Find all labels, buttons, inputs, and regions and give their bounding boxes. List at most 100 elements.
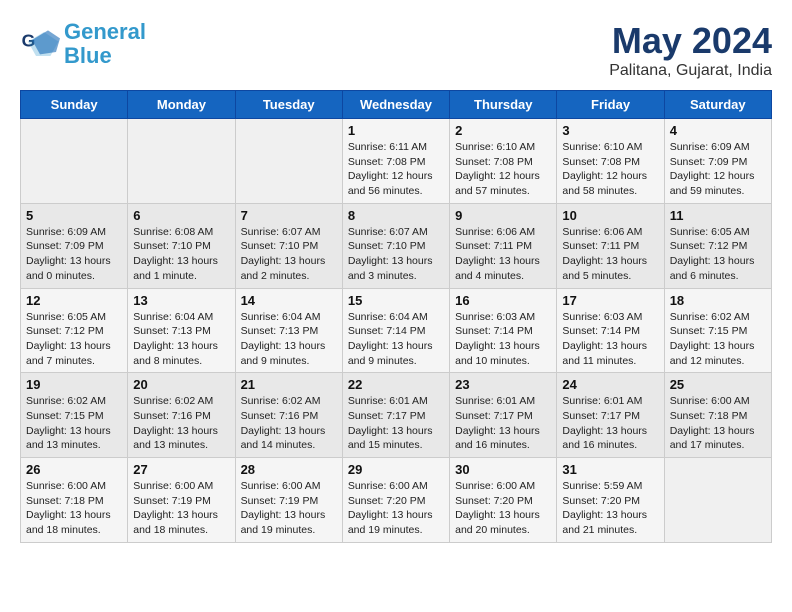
day-info: Sunrise: 6:00 AM Sunset: 7:19 PM Dayligh… bbox=[133, 479, 229, 538]
day-number: 7 bbox=[241, 208, 337, 223]
day-info: Sunrise: 6:00 AM Sunset: 7:20 PM Dayligh… bbox=[348, 479, 444, 538]
day-number: 19 bbox=[26, 377, 122, 392]
calendar-week-row: 26 Sunrise: 6:00 AM Sunset: 7:18 PM Dayli… bbox=[21, 458, 772, 543]
day-number: 2 bbox=[455, 123, 551, 138]
calendar-week-row: 19 Sunrise: 6:02 AM Sunset: 7:15 PM Dayli… bbox=[21, 373, 772, 458]
day-number: 30 bbox=[455, 462, 551, 477]
day-info: Sunrise: 6:00 AM Sunset: 7:18 PM Dayligh… bbox=[670, 394, 766, 453]
calendar-cell bbox=[664, 458, 771, 543]
logo-text: General Blue bbox=[64, 20, 146, 68]
calendar-week-row: 1 Sunrise: 6:11 AM Sunset: 7:08 PM Daylig… bbox=[21, 119, 772, 204]
day-info: Sunrise: 6:02 AM Sunset: 7:16 PM Dayligh… bbox=[133, 394, 229, 453]
calendar-cell bbox=[21, 119, 128, 204]
day-info: Sunrise: 6:04 AM Sunset: 7:13 PM Dayligh… bbox=[133, 310, 229, 369]
calendar-cell: 12 Sunrise: 6:05 AM Sunset: 7:12 PM Dayli… bbox=[21, 288, 128, 373]
day-info: Sunrise: 6:10 AM Sunset: 7:08 PM Dayligh… bbox=[562, 140, 658, 199]
calendar-cell: 4Sunrise: 6:09 AM Sunset: 7:09 PM Daylig… bbox=[664, 119, 771, 204]
day-number: 17 bbox=[562, 293, 658, 308]
day-number: 16 bbox=[455, 293, 551, 308]
day-info: Sunrise: 6:00 AM Sunset: 7:20 PM Dayligh… bbox=[455, 479, 551, 538]
weekday-label: Tuesday bbox=[235, 91, 342, 119]
day-number: 11 bbox=[670, 208, 766, 223]
calendar-cell: 30 Sunrise: 6:00 AM Sunset: 7:20 PM Dayli… bbox=[450, 458, 557, 543]
calendar-body: 1 Sunrise: 6:11 AM Sunset: 7:08 PM Daylig… bbox=[21, 119, 772, 543]
calendar-cell: 9Sunrise: 6:06 AM Sunset: 7:11 PM Daylig… bbox=[450, 203, 557, 288]
day-number: 29 bbox=[348, 462, 444, 477]
day-number: 14 bbox=[241, 293, 337, 308]
day-info: Sunrise: 6:06 AM Sunset: 7:11 PM Dayligh… bbox=[562, 225, 658, 284]
day-info: Sunrise: 6:07 AM Sunset: 7:10 PM Dayligh… bbox=[241, 225, 337, 284]
day-number: 28 bbox=[241, 462, 337, 477]
day-info: Sunrise: 6:10 AM Sunset: 7:08 PM Dayligh… bbox=[455, 140, 551, 199]
day-info: Sunrise: 6:05 AM Sunset: 7:12 PM Dayligh… bbox=[26, 310, 122, 369]
page-header: G General Blue May 2024 Palitana, Gujara… bbox=[20, 20, 772, 80]
day-number: 8 bbox=[348, 208, 444, 223]
calendar-cell: 6Sunrise: 6:08 AM Sunset: 7:10 PM Daylig… bbox=[128, 203, 235, 288]
calendar-cell: 22 Sunrise: 6:01 AM Sunset: 7:17 PM Dayli… bbox=[342, 373, 449, 458]
calendar-cell: 1 Sunrise: 6:11 AM Sunset: 7:08 PM Daylig… bbox=[342, 119, 449, 204]
day-number: 26 bbox=[26, 462, 122, 477]
calendar-cell: 31 Sunrise: 5:59 AM Sunset: 7:20 PM Dayli… bbox=[557, 458, 664, 543]
day-number: 3 bbox=[562, 123, 658, 138]
calendar-cell: 14 Sunrise: 6:04 AM Sunset: 7:13 PM Dayli… bbox=[235, 288, 342, 373]
weekday-label: Wednesday bbox=[342, 91, 449, 119]
calendar-cell: 11 Sunrise: 6:05 AM Sunset: 7:12 PM Dayli… bbox=[664, 203, 771, 288]
day-number: 9 bbox=[455, 208, 551, 223]
day-info: Sunrise: 6:08 AM Sunset: 7:10 PM Dayligh… bbox=[133, 225, 229, 284]
calendar-week-row: 12 Sunrise: 6:05 AM Sunset: 7:12 PM Dayli… bbox=[21, 288, 772, 373]
day-info: Sunrise: 6:01 AM Sunset: 7:17 PM Dayligh… bbox=[562, 394, 658, 453]
day-info: Sunrise: 6:03 AM Sunset: 7:14 PM Dayligh… bbox=[455, 310, 551, 369]
calendar-cell: 29 Sunrise: 6:00 AM Sunset: 7:20 PM Dayli… bbox=[342, 458, 449, 543]
calendar-cell: 2 Sunrise: 6:10 AM Sunset: 7:08 PM Daylig… bbox=[450, 119, 557, 204]
day-info: Sunrise: 6:02 AM Sunset: 7:16 PM Dayligh… bbox=[241, 394, 337, 453]
calendar-cell: 21 Sunrise: 6:02 AM Sunset: 7:16 PM Dayli… bbox=[235, 373, 342, 458]
calendar-cell: 28 Sunrise: 6:00 AM Sunset: 7:19 PM Dayli… bbox=[235, 458, 342, 543]
day-number: 20 bbox=[133, 377, 229, 392]
calendar-cell: 23 Sunrise: 6:01 AM Sunset: 7:17 PM Dayli… bbox=[450, 373, 557, 458]
calendar-cell: 8 Sunrise: 6:07 AM Sunset: 7:10 PM Daylig… bbox=[342, 203, 449, 288]
weekday-label: Monday bbox=[128, 91, 235, 119]
day-number: 15 bbox=[348, 293, 444, 308]
day-info: Sunrise: 6:01 AM Sunset: 7:17 PM Dayligh… bbox=[348, 394, 444, 453]
day-number: 21 bbox=[241, 377, 337, 392]
day-info: Sunrise: 6:04 AM Sunset: 7:14 PM Dayligh… bbox=[348, 310, 444, 369]
day-number: 12 bbox=[26, 293, 122, 308]
day-info: Sunrise: 6:03 AM Sunset: 7:14 PM Dayligh… bbox=[562, 310, 658, 369]
day-info: Sunrise: 6:00 AM Sunset: 7:19 PM Dayligh… bbox=[241, 479, 337, 538]
calendar-cell bbox=[128, 119, 235, 204]
day-number: 1 bbox=[348, 123, 444, 138]
day-number: 4 bbox=[670, 123, 766, 138]
day-info: Sunrise: 6:02 AM Sunset: 7:15 PM Dayligh… bbox=[26, 394, 122, 453]
calendar-cell bbox=[235, 119, 342, 204]
day-info: Sunrise: 6:07 AM Sunset: 7:10 PM Dayligh… bbox=[348, 225, 444, 284]
weekday-label: Thursday bbox=[450, 91, 557, 119]
day-number: 31 bbox=[562, 462, 658, 477]
day-number: 22 bbox=[348, 377, 444, 392]
calendar-cell: 26 Sunrise: 6:00 AM Sunset: 7:18 PM Dayli… bbox=[21, 458, 128, 543]
day-number: 18 bbox=[670, 293, 766, 308]
day-info: Sunrise: 6:01 AM Sunset: 7:17 PM Dayligh… bbox=[455, 394, 551, 453]
calendar-cell: 7 Sunrise: 6:07 AM Sunset: 7:10 PM Daylig… bbox=[235, 203, 342, 288]
calendar-cell: 24 Sunrise: 6:01 AM Sunset: 7:17 PM Dayli… bbox=[557, 373, 664, 458]
calendar-cell: 20 Sunrise: 6:02 AM Sunset: 7:16 PM Dayli… bbox=[128, 373, 235, 458]
calendar-week-row: 5Sunrise: 6:09 AM Sunset: 7:09 PM Daylig… bbox=[21, 203, 772, 288]
day-info: Sunrise: 6:00 AM Sunset: 7:18 PM Dayligh… bbox=[26, 479, 122, 538]
day-number: 23 bbox=[455, 377, 551, 392]
day-info: Sunrise: 6:11 AM Sunset: 7:08 PM Dayligh… bbox=[348, 140, 444, 199]
calendar-cell: 5Sunrise: 6:09 AM Sunset: 7:09 PM Daylig… bbox=[21, 203, 128, 288]
day-number: 27 bbox=[133, 462, 229, 477]
month-title: May 2024 bbox=[609, 20, 772, 62]
day-number: 24 bbox=[562, 377, 658, 392]
day-number: 10 bbox=[562, 208, 658, 223]
weekday-label: Sunday bbox=[21, 91, 128, 119]
calendar-cell: 10 Sunrise: 6:06 AM Sunset: 7:11 PM Dayli… bbox=[557, 203, 664, 288]
calendar-cell: 18 Sunrise: 6:02 AM Sunset: 7:15 PM Dayli… bbox=[664, 288, 771, 373]
title-block: May 2024 Palitana, Gujarat, India bbox=[609, 20, 772, 80]
day-info: Sunrise: 6:05 AM Sunset: 7:12 PM Dayligh… bbox=[670, 225, 766, 284]
day-info: Sunrise: 5:59 AM Sunset: 7:20 PM Dayligh… bbox=[562, 479, 658, 538]
weekday-label: Saturday bbox=[664, 91, 771, 119]
logo-icon: G bbox=[20, 24, 60, 64]
day-info: Sunrise: 6:04 AM Sunset: 7:13 PM Dayligh… bbox=[241, 310, 337, 369]
calendar-table: SundayMondayTuesdayWednesdayThursdayFrid… bbox=[20, 90, 772, 543]
day-info: Sunrise: 6:02 AM Sunset: 7:15 PM Dayligh… bbox=[670, 310, 766, 369]
